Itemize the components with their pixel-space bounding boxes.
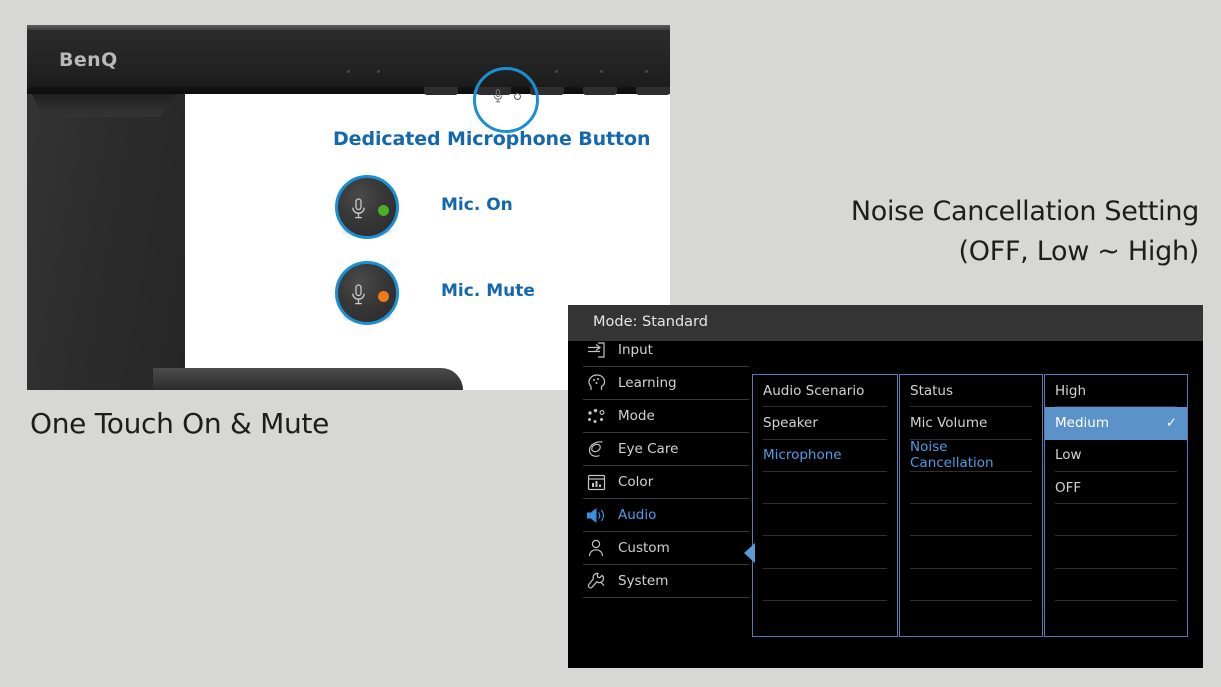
osd-empty-row	[910, 536, 1032, 569]
wrench-icon	[583, 571, 609, 591]
monitor-top-bezel	[27, 25, 670, 87]
bezel-dot	[600, 70, 603, 73]
osd-option-label: High	[1055, 382, 1087, 399]
osd-option-row[interactable]: Status	[910, 375, 1032, 408]
led-indicator-green	[378, 205, 389, 216]
osd-empty-row	[1055, 569, 1177, 602]
sidebar-item-system[interactable]: System	[583, 565, 749, 598]
osd-column-2: Status Mic Volume Noise Cancellation	[899, 374, 1043, 637]
osd-option-label: Noise Cancellation	[910, 439, 994, 472]
osd-option-row[interactable]: Mic Volume	[910, 407, 1032, 440]
sidebar-item-label: Color	[618, 474, 654, 490]
osd-empty-row	[1055, 504, 1177, 537]
osd-option-row[interactable]: Speaker	[763, 407, 887, 440]
caption-noise-cancellation: Noise Cancellation Setting (OFF, Low ~ H…	[779, 192, 1199, 272]
selection-arrow-icon	[744, 543, 755, 563]
osd-option-row[interactable]: Audio Scenario	[763, 375, 887, 408]
sidebar-item-label: Learning	[618, 375, 677, 391]
input-arrow-icon	[583, 340, 609, 360]
osd-empty-row	[763, 569, 887, 602]
osd-empty-row	[763, 504, 887, 537]
osd-option-label: OFF	[1055, 479, 1082, 496]
osd-option-label: Status	[910, 382, 954, 399]
head-learning-icon	[583, 373, 609, 393]
sidebar-item-label: Audio	[618, 507, 657, 523]
monitor-stand-base	[153, 368, 463, 390]
caption-line-2: (OFF, Low ~ High)	[958, 235, 1200, 267]
photo-title: Dedicated Microphone Button	[333, 128, 651, 150]
osd-empty-row	[763, 536, 887, 569]
osd-empty-row	[910, 504, 1032, 537]
sidebar-item-input[interactable]: Input	[583, 334, 749, 367]
mic-button-knob[interactable]	[335, 175, 399, 239]
bezel-key[interactable]	[424, 87, 458, 95]
microphone-icon	[351, 198, 366, 225]
sidebar-item-label: Eye Care	[618, 441, 679, 457]
osd-option-label: Mic Volume	[910, 414, 988, 431]
benq-logo: BenQ	[59, 49, 118, 71]
osd-option-label: Audio Scenario	[763, 382, 865, 399]
mic-state-label: Mic. On	[441, 195, 513, 215]
microphone-button-highlight-circle	[473, 67, 539, 133]
eye-care-icon	[583, 439, 609, 459]
caption-one-touch: One Touch On & Mute	[30, 407, 330, 440]
sidebar-item-label: System	[618, 573, 669, 589]
osd-empty-row	[910, 601, 1032, 633]
dots-mode-icon	[583, 406, 609, 426]
osd-option-row[interactable]: Microphone	[763, 440, 887, 472]
mic-button-knob[interactable]	[335, 261, 399, 325]
bezel-dot	[645, 70, 648, 73]
bezel-highlight	[27, 25, 670, 30]
color-chart-icon	[583, 472, 609, 492]
osd-option-row[interactable]: Medium ✓	[1045, 407, 1187, 440]
bezel-dot	[377, 70, 380, 73]
osd-column-3: High Medium ✓ Low OFF	[1044, 374, 1188, 637]
monitor-stand-column	[27, 91, 185, 390]
osd-empty-row	[1055, 601, 1177, 633]
osd-empty-row	[763, 472, 887, 505]
mic-state-label: Mic. Mute	[441, 281, 535, 301]
osd-option-label: Microphone	[763, 447, 842, 464]
osd-option-label: Medium	[1055, 415, 1109, 432]
user-icon	[583, 538, 609, 558]
bezel-dot	[347, 70, 350, 73]
osd-mode-title: Mode: Standard	[593, 314, 708, 330]
osd-option-row[interactable]: Noise Cancellation	[910, 439, 1032, 472]
check-icon: ✓	[1165, 415, 1177, 432]
osd-option-label: Low	[1055, 447, 1082, 464]
osd-option-label: Speaker	[763, 414, 818, 431]
sidebar-item-audio[interactable]: Audio	[583, 499, 749, 532]
osd-empty-row	[910, 472, 1032, 505]
caption-line-1: Noise Cancellation Setting	[850, 196, 1199, 227]
osd-empty-row	[763, 601, 887, 633]
osd-option-row[interactable]: High	[1055, 375, 1177, 408]
osd-menu: Mode: Standard Input Learning Mode Eye Care…	[568, 305, 1203, 668]
sidebar-item-custom[interactable]: Custom	[583, 532, 749, 565]
sidebar-item-label: Mode	[618, 408, 655, 424]
osd-column-1: Audio Scenario Speaker Microphone	[752, 374, 898, 637]
monitor-stand-lip	[30, 91, 178, 117]
bezel-key[interactable]	[583, 87, 617, 95]
sidebar-item-label: Custom	[618, 540, 670, 556]
osd-option-row[interactable]: OFF	[1055, 472, 1177, 505]
led-indicator-orange	[378, 291, 389, 302]
osd-option-row[interactable]: Low	[1055, 440, 1177, 472]
microphone-icon	[351, 284, 366, 311]
bezel-key[interactable]	[636, 87, 670, 95]
sidebar-item-color[interactable]: Color	[583, 466, 749, 499]
bezel-bottom-edge	[27, 87, 670, 94]
osd-empty-row	[910, 569, 1032, 602]
sidebar-item-label: Input	[618, 342, 653, 358]
speaker-icon	[583, 505, 609, 525]
osd-sidebar: Input Learning Mode Eye Care Color Audio Custo…	[583, 334, 749, 598]
sidebar-item-learning[interactable]: Learning	[583, 367, 749, 400]
sidebar-item-mode[interactable]: Mode	[583, 400, 749, 433]
bezel-dot	[555, 70, 558, 73]
osd-empty-row	[1055, 536, 1177, 569]
sidebar-item-eye-care[interactable]: Eye Care	[583, 433, 749, 466]
